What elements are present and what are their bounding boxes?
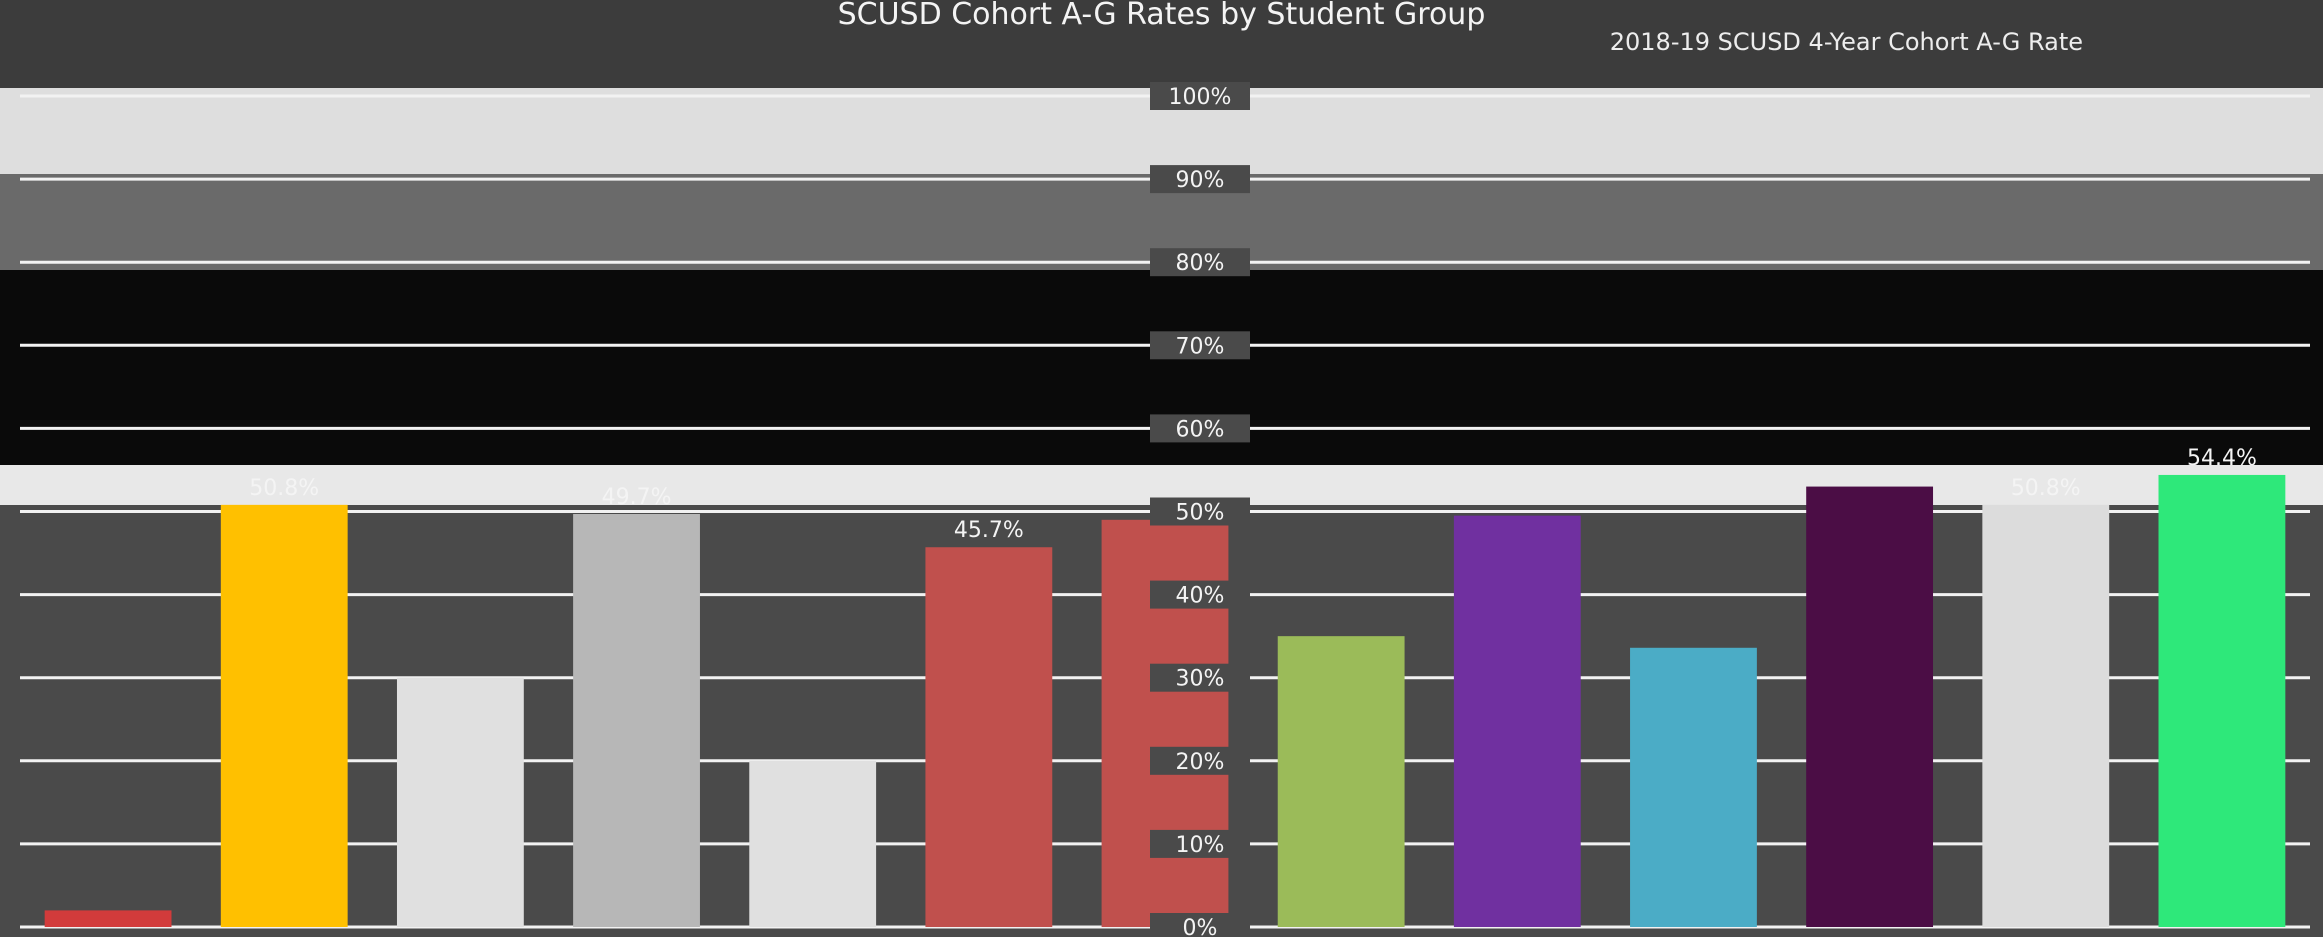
y-tick-label: 100%: [1169, 85, 1232, 110]
bar-5: [749, 760, 877, 927]
bar-3: [396, 677, 524, 927]
bar-10: [1630, 647, 1757, 927]
y-tick-label: 90%: [1176, 168, 1225, 193]
y-tick-label: 50%: [1176, 501, 1225, 526]
bar-2: [220, 504, 348, 927]
data-label-12: 50.8%: [2011, 476, 2081, 501]
y-tick-label: 80%: [1176, 251, 1225, 276]
data-label-6: 45.7%: [954, 518, 1024, 543]
bar-1: [44, 910, 172, 927]
data-label-2: 50.8%: [249, 476, 319, 501]
y-tick-label: 30%: [1176, 667, 1225, 692]
chart-plot: 0% 10% 20% 30% 40% 50% 60% 70% 80% 90% 100% 50.8% 4…: [20, 82, 2310, 937]
bar-12: [1982, 504, 2110, 927]
bar-9: [1453, 515, 1581, 927]
y-tick-label: 20%: [1176, 750, 1225, 775]
y-tick-label: 10%: [1176, 833, 1225, 858]
bar-13: [2158, 474, 2286, 927]
bar-11: [1806, 486, 1934, 927]
bar-6: [925, 547, 1053, 927]
bar-4: [573, 513, 700, 927]
y-tick-label: 0%: [1183, 916, 1218, 937]
data-labels: 50.8% 49.7% 45.7% 50.8% 54.4%: [249, 446, 2257, 543]
y-tick-label: 40%: [1176, 584, 1225, 609]
y-tick-label: 70%: [1176, 334, 1225, 359]
bar-8: [1277, 636, 1405, 927]
data-label-4: 49.7%: [602, 485, 672, 510]
y-tick-label: 60%: [1176, 417, 1225, 442]
data-label-13: 54.4%: [2187, 446, 2257, 471]
bars: [44, 474, 2286, 927]
